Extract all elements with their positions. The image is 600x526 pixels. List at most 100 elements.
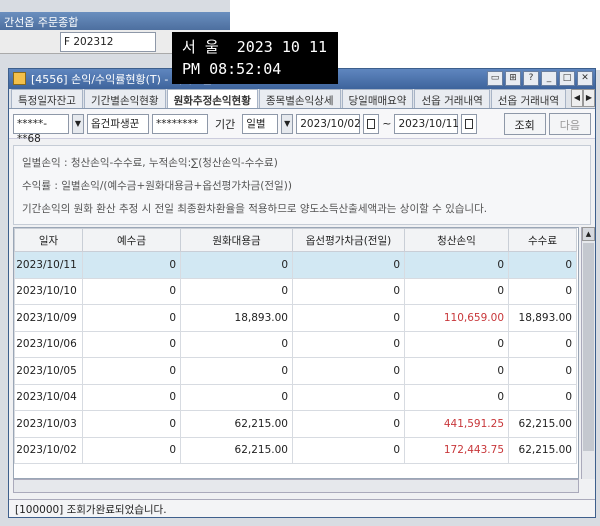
scroll-up-icon[interactable]: ▲: [582, 227, 595, 241]
tab-daily-trade-summary[interactable]: 당일매매요약: [341, 89, 414, 108]
pnl-grid: 일자 예수금 원화대용금 옵선평가차금(전일) 청산손익 수수료 2023/10…: [13, 227, 579, 479]
cell-fee: 18,893.00: [508, 304, 577, 332]
cell-krw: 0: [180, 277, 293, 305]
col-deposit-header[interactable]: 예수금: [82, 228, 181, 252]
cell-date: 2023/10/03: [14, 410, 83, 438]
grid-horizontal-scrollbar[interactable]: [13, 479, 579, 493]
table-row[interactable]: 2023/10/05 0 0 0 0 0: [14, 357, 577, 385]
scroll-thumb[interactable]: [583, 243, 594, 451]
cell-date: 2023/10/09: [14, 304, 83, 332]
cell-fee: 0: [508, 330, 577, 358]
col-eval-diff-header[interactable]: 옵선평가차금(전일): [292, 228, 405, 252]
cell-date: 2023/10/10: [14, 277, 83, 305]
cell-krw: 18,893.00: [180, 304, 293, 332]
calendar-to-icon[interactable]: [461, 113, 478, 134]
password-field[interactable]: ********: [152, 113, 208, 134]
restore-icon[interactable]: ▭: [487, 71, 503, 86]
cell-eval: 0: [292, 436, 405, 464]
tab-trade-history[interactable]: 선옵 거래내역: [414, 89, 490, 108]
tab-trade-history-2[interactable]: 선옵 거래내역: [490, 89, 567, 108]
minimize-icon[interactable]: _: [541, 71, 557, 86]
cell-eval: 0: [292, 304, 405, 332]
date-separator: ~: [382, 117, 392, 130]
cell-date: 2023/10/05: [14, 357, 83, 385]
calendar-from-icon[interactable]: [363, 113, 380, 134]
cell-date: 2023/10/11: [14, 251, 83, 279]
cell-krw: 0: [180, 330, 293, 358]
col-krw-collateral-header[interactable]: 원화대용금: [180, 228, 293, 252]
table-row[interactable]: 2023/10/10 0 0 0 0 0: [14, 277, 577, 305]
maximize-icon[interactable]: □: [559, 71, 575, 86]
date-to-field[interactable]: 2023/10/11: [394, 113, 459, 134]
date-from-field[interactable]: 2023/10/02: [296, 113, 361, 134]
table-row[interactable]: 2023/10/04 0 0 0 0 0: [14, 383, 577, 411]
clock-city: 서 울: [182, 38, 219, 56]
cell-krw: 62,215.00: [180, 410, 293, 438]
cell-eval: 0: [292, 410, 405, 438]
tab-scroll-left-icon[interactable]: ◀: [571, 89, 583, 107]
cell-pnl: 0: [404, 330, 509, 358]
cell-pnl: 0: [404, 251, 509, 279]
table-row[interactable]: 2023/10/03 0 62,215.00 0 441,591.25 62,215.00: [14, 410, 577, 438]
clock-time: PM 08:52:04: [182, 60, 282, 78]
cell-fee: 62,215.00: [508, 410, 577, 438]
cell-pnl: 0: [404, 357, 509, 385]
cell-krw: 0: [180, 383, 293, 411]
info-line-daily-pnl: 일별손익 : 청산손익-수수료, 누적손익:∑(청산손익-수수료): [22, 157, 278, 169]
next-button[interactable]: 다음: [548, 112, 591, 135]
info-line-notice: 기간손익의 원화 환산 추정 시 전일 최종환차환율을 적용하므로 양도소득산출…: [22, 203, 488, 215]
cell-fee: 62,215.00: [508, 436, 577, 464]
table-row[interactable]: 2023/10/02 0 62,215.00 0 172,443.75 62,215.00: [14, 436, 577, 464]
tab-specific-date-balance[interactable]: 특정일자잔고: [11, 89, 83, 108]
cell-deposit: 0: [82, 436, 181, 464]
cell-fee: 0: [508, 251, 577, 279]
cell-eval: 0: [292, 277, 405, 305]
cell-pnl: 0: [404, 383, 509, 411]
query-button[interactable]: 조회: [503, 112, 546, 135]
cell-eval: 0: [292, 383, 405, 411]
cell-pnl: 441,591.25: [404, 410, 509, 438]
period-unit-select[interactable]: 일별: [242, 113, 279, 134]
account-field[interactable]: *****-**68: [13, 113, 69, 145]
cell-pnl: 0: [404, 277, 509, 305]
info-panel: 일별손익 : 청산손익-수수료, 누적손익:∑(청산손익-수수료) 수익률 : …: [13, 145, 591, 225]
cell-deposit: 0: [82, 330, 181, 358]
background-symbol-field[interactable]: F 202312: [60, 32, 156, 52]
cell-krw: 62,215.00: [180, 436, 293, 464]
col-fee-header[interactable]: 수수료: [508, 228, 577, 252]
tab-krw-estimated-pnl[interactable]: 원화추정손익현황: [166, 89, 258, 108]
clock-overlay: 서 울 2023 10 11 PM 08:52:04: [172, 32, 338, 84]
period-dropdown-icon[interactable]: ▼: [281, 113, 294, 134]
background-window-title: 간선옵 주문종합: [0, 12, 230, 30]
cell-krw: 0: [180, 357, 293, 385]
help-icon[interactable]: ?: [523, 71, 539, 86]
tab-bar: 특정일자잔고 기간별손익현황 원화추정손익현황 종목별손익상세 당일매매요약 선…: [9, 89, 595, 109]
tab-item-pnl-detail[interactable]: 종목별손익상세: [258, 89, 341, 108]
close-icon[interactable]: ✕: [577, 71, 593, 86]
cell-deposit: 0: [82, 357, 181, 385]
account-dropdown-icon[interactable]: ▼: [72, 113, 84, 134]
info-line-return-rate: 수익률 : 일별손익/(예수금+원화대용금+옵선평가차금(전일)): [22, 180, 292, 192]
cell-fee: 0: [508, 383, 577, 411]
pin-icon[interactable]: ⊞: [505, 71, 521, 86]
app-icon: [13, 72, 26, 85]
clock-date: 2023 10 11: [236, 38, 328, 56]
account-type-field[interactable]: 옵건파생꾼: [87, 113, 149, 134]
table-row[interactable]: 2023/10/06 0 0 0 0 0: [14, 330, 577, 358]
cell-eval: 0: [292, 251, 405, 279]
cell-pnl: 172,443.75: [404, 436, 509, 464]
tab-period-pnl[interactable]: 기간별손익현황: [83, 89, 166, 108]
tab-scroll-right-icon[interactable]: ▶: [583, 89, 595, 107]
table-row[interactable]: 2023/10/09 0 18,893.00 0 110,659.00 18,893.00: [14, 304, 577, 332]
cell-deposit: 0: [82, 304, 181, 332]
cell-date: 2023/10/04: [14, 383, 83, 411]
cell-deposit: 0: [82, 383, 181, 411]
status-bar: [100000] 조회가완료되었습니다.: [9, 499, 595, 517]
grid-header-row: 일자 예수금 원화대용금 옵선평가차금(전일) 청산손익 수수료: [14, 228, 577, 252]
table-row[interactable]: 2023/10/11 0 0 0 0 0: [14, 251, 577, 279]
cell-fee: 0: [508, 357, 577, 385]
grid-vertical-scrollbar[interactable]: ▲: [581, 227, 595, 479]
col-date-header[interactable]: 일자: [14, 228, 83, 252]
col-realized-pnl-header[interactable]: 청산손익: [404, 228, 509, 252]
cell-eval: 0: [292, 357, 405, 385]
